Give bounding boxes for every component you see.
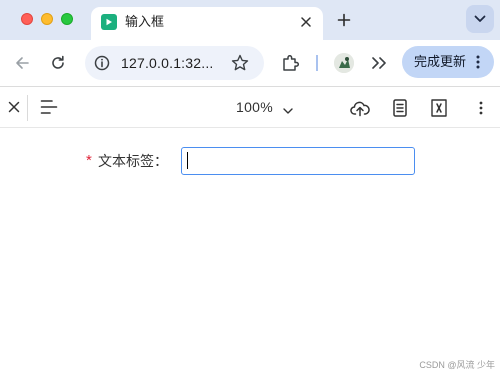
viewer-divider [27,95,28,121]
finish-update-button[interactable]: 完成更新 [402,46,494,78]
finish-update-label: 完成更新 [414,54,467,69]
menu-dots-icon[interactable] [475,54,481,70]
window-zoom-button[interactable] [61,13,73,25]
tab-active[interactable]: 输入框 [91,7,323,40]
outline-menu-icon[interactable] [40,99,58,115]
text-field-label: 文本标签： [98,153,168,169]
window-minimize-button[interactable] [41,13,53,25]
cloud-upload-icon[interactable] [349,97,371,119]
document-icon[interactable] [389,97,411,119]
zoom-chevron-down-icon[interactable] [283,102,293,114]
close-icon[interactable] [7,100,21,114]
play-favicon-icon [101,14,117,30]
window-close-button[interactable] [21,13,33,25]
back-arrow-icon[interactable] [11,52,33,74]
tab-close-icon[interactable] [299,15,313,29]
address-bar-url: 127.0.0.1:32... [121,55,214,71]
formula-icon[interactable] [428,97,450,119]
required-asterisk: * [86,152,92,169]
zoom-level[interactable]: 100% [236,99,273,115]
tab-title: 输入框 [125,14,165,29]
bookmark-star-icon[interactable] [230,53,250,73]
toolbar-separator [316,55,318,71]
text-input[interactable] [181,147,415,175]
more-tools-chevron-icon[interactable] [370,55,388,71]
watermark: CSDN @风流 少年 [419,360,495,370]
viewer-toolbar: 100% [0,86,500,128]
new-tab-plus-icon[interactable] [334,10,354,30]
browser-window: 输入框 127.0.0.1:32... 完成更新 100% * 文本标签： CS… [0,0,500,375]
site-info-icon[interactable] [93,54,111,72]
more-vertical-icon[interactable] [470,97,492,119]
tab-strip: 输入框 [0,0,500,40]
tab-search-chevron-icon[interactable] [466,5,494,33]
profile-avatar[interactable] [334,53,354,73]
extensions-puzzle-icon[interactable] [280,52,302,74]
reload-icon[interactable] [47,52,69,74]
text-cursor [187,152,188,169]
